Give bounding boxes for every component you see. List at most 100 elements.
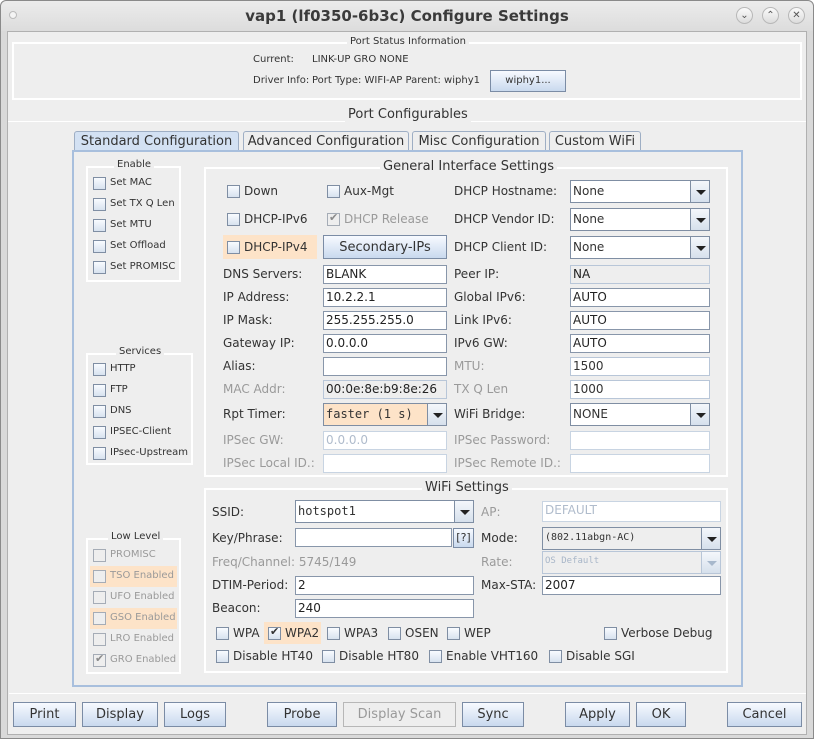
ipsec-password-label: IPSec Password: bbox=[454, 433, 551, 447]
maximize-icon[interactable]: ⌃ bbox=[762, 7, 779, 24]
rate-label: Rate: bbox=[481, 555, 513, 569]
gateway-input[interactable]: 0.0.0.0 bbox=[323, 334, 447, 353]
alias-input[interactable] bbox=[323, 357, 447, 376]
gro-enabled-checkbox[interactable]: ✔ bbox=[93, 652, 106, 667]
dhcp-ipv4-checkbox[interactable] bbox=[227, 241, 240, 254]
set-tx-q-len-checkbox[interactable] bbox=[93, 198, 106, 211]
verbose-debug-label: Verbose Debug bbox=[621, 626, 713, 640]
chevron-down-icon[interactable] bbox=[701, 528, 720, 549]
http-checkbox[interactable] bbox=[93, 363, 106, 376]
ipsec-password-input[interactable] bbox=[570, 431, 710, 450]
tab-standard-configuration[interactable]: Standard Configuration bbox=[74, 131, 239, 152]
tab-custom-wifi[interactable]: Custom WiFi bbox=[549, 131, 641, 151]
sync-button[interactable]: Sync bbox=[462, 702, 524, 727]
down-checkbox[interactable] bbox=[227, 185, 240, 198]
logs-button[interactable]: Logs bbox=[164, 702, 226, 727]
ssid-value: hotspot1 bbox=[298, 504, 356, 518]
link-ipv6-input[interactable]: AUTO bbox=[570, 311, 710, 330]
secondary-ips-button[interactable]: Secondary-IPs bbox=[323, 235, 447, 259]
rate-select[interactable]: OS Default bbox=[542, 551, 721, 574]
gso-enabled-checkbox[interactable] bbox=[93, 612, 106, 625]
lro-enabled-checkbox[interactable] bbox=[93, 633, 106, 646]
display-scan-button[interactable]: Display Scan bbox=[343, 702, 456, 727]
dhcp-release-checkbox[interactable]: ✔ bbox=[327, 211, 340, 226]
port-status-title: Port Status Information bbox=[347, 36, 469, 47]
chevron-down-icon[interactable] bbox=[690, 237, 709, 258]
global-ipv6-input[interactable]: AUTO bbox=[570, 288, 710, 307]
rpt-timer-select[interactable]: faster (1 s) bbox=[323, 403, 447, 426]
wifi-bridge-select[interactable]: NONE bbox=[570, 403, 710, 426]
wpa2-checkbox[interactable]: ✔ bbox=[268, 625, 281, 640]
mtu-input[interactable]: 1500 bbox=[570, 357, 710, 376]
chevron-down-icon[interactable] bbox=[690, 181, 709, 202]
ftp-checkbox[interactable] bbox=[93, 384, 106, 397]
set-promisc-checkbox[interactable] bbox=[93, 261, 106, 274]
disable-ht80-checkbox[interactable] bbox=[322, 650, 335, 663]
title-bar[interactable]: vap1 (lf0350-6b3c) Configure Settings ⌄ … bbox=[1, 1, 813, 31]
tab-advanced-configuration[interactable]: Advanced Configuration bbox=[243, 131, 409, 151]
mask-input[interactable]: 255.255.255.0 bbox=[323, 311, 447, 330]
ssid-select[interactable]: hotspot1 bbox=[295, 500, 474, 523]
ipsec-upstream-checkbox[interactable] bbox=[93, 447, 106, 460]
apply-button[interactable]: Apply bbox=[565, 702, 630, 727]
disable-sgi-checkbox[interactable] bbox=[549, 650, 562, 663]
chevron-down-icon[interactable] bbox=[690, 404, 709, 425]
ufo-enabled-checkbox[interactable] bbox=[93, 591, 106, 604]
mode-select[interactable]: (802.11abgn-AC) bbox=[542, 527, 721, 550]
set-promisc-label: Set PROMISC bbox=[110, 261, 176, 272]
chevron-down-icon[interactable] bbox=[701, 552, 720, 573]
aux-mgt-checkbox[interactable] bbox=[327, 185, 340, 198]
wpa2-label: WPA2 bbox=[285, 626, 320, 640]
set-mtu-label: Set MTU bbox=[110, 219, 152, 230]
dhcp-ipv6-label: DHCP-IPv6 bbox=[244, 212, 308, 226]
wpa3-checkbox[interactable] bbox=[327, 627, 340, 640]
enable-vht160-checkbox[interactable] bbox=[429, 650, 442, 663]
key-phrase-input[interactable] bbox=[295, 528, 452, 547]
dns-checkbox[interactable] bbox=[93, 405, 106, 418]
ipsec-gw-input[interactable]: 0.0.0.0 bbox=[323, 431, 447, 450]
dhcp-vendor-select[interactable]: None bbox=[570, 208, 710, 231]
dhcp-client-select[interactable]: None bbox=[570, 236, 710, 259]
mac-input[interactable]: 00:0e:8e:b9:8e:26 bbox=[323, 380, 447, 399]
close-icon[interactable]: ✕ bbox=[788, 7, 805, 24]
low-level-title: Low Level bbox=[108, 531, 164, 542]
set-mac-checkbox[interactable] bbox=[93, 177, 106, 190]
set-mtu-checkbox[interactable] bbox=[93, 219, 106, 232]
dhcp-hostname-select[interactable]: None bbox=[570, 180, 710, 203]
parent-wiphy-button[interactable]: wiphy1... bbox=[490, 70, 566, 92]
dns-input[interactable]: BLANK bbox=[323, 265, 447, 284]
verbose-debug-checkbox[interactable] bbox=[604, 627, 617, 640]
key-help-button[interactable]: [?] bbox=[453, 528, 474, 548]
tx-q-len-input[interactable]: 1000 bbox=[570, 380, 710, 399]
cancel-button[interactable]: Cancel bbox=[727, 702, 802, 727]
disable-ht40-checkbox[interactable] bbox=[216, 650, 229, 663]
set-offload-checkbox[interactable] bbox=[93, 240, 106, 253]
print-button[interactable]: Print bbox=[13, 702, 76, 727]
ok-button[interactable]: OK bbox=[636, 702, 686, 727]
beacon-input[interactable]: 240 bbox=[295, 599, 474, 618]
promisc-checkbox[interactable] bbox=[93, 549, 106, 562]
ipv6-gw-input[interactable]: AUTO bbox=[570, 334, 710, 353]
dtim-input[interactable]: 2 bbox=[295, 576, 474, 595]
peer-ip-input[interactable]: NA bbox=[570, 265, 710, 284]
chevron-down-icon[interactable] bbox=[454, 501, 473, 522]
max-sta-input[interactable]: 2007 bbox=[542, 576, 721, 595]
ipsec-local-input[interactable] bbox=[323, 454, 447, 473]
ip-input[interactable]: 10.2.2.1 bbox=[323, 288, 447, 307]
minimize-icon[interactable]: ⌄ bbox=[736, 7, 753, 24]
tso-enabled-checkbox[interactable] bbox=[93, 570, 106, 583]
tab-misc-configuration[interactable]: Misc Configuration bbox=[412, 131, 546, 151]
osen-checkbox[interactable] bbox=[388, 627, 401, 640]
wpa-checkbox[interactable] bbox=[216, 627, 229, 640]
ipsec-client-checkbox[interactable] bbox=[93, 426, 106, 439]
wep-checkbox[interactable] bbox=[447, 627, 460, 640]
chevron-down-icon[interactable] bbox=[690, 209, 709, 230]
display-button[interactable]: Display bbox=[82, 702, 158, 727]
chevron-down-icon[interactable] bbox=[427, 404, 446, 425]
ipsec-remote-id-input[interactable] bbox=[570, 454, 710, 473]
mac-label: MAC Addr: bbox=[223, 382, 286, 396]
beacon-label: Beacon: bbox=[212, 601, 261, 615]
dhcp-ipv6-checkbox[interactable] bbox=[227, 213, 240, 226]
probe-button[interactable]: Probe bbox=[267, 702, 337, 727]
ap-input[interactable]: DEFAULT bbox=[542, 501, 721, 522]
